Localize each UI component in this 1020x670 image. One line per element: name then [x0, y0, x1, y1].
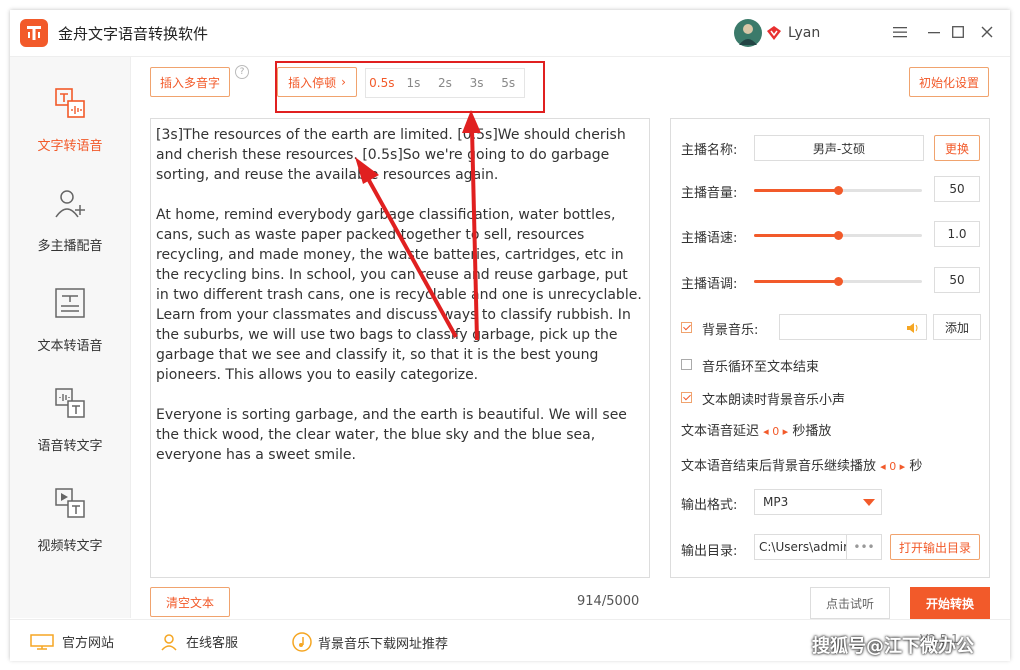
format-select[interactable]: MP3 [754, 489, 882, 515]
support-user-icon [161, 633, 177, 651]
online-support-label: 在线客服 [186, 636, 239, 651]
sidebar: 文字转语音 多主播配音 文本转语音 语音转文字 视频转文字 [10, 57, 131, 618]
open-output-dir-button[interactable]: 打开输出目录 [890, 534, 980, 560]
speech-to-text-icon [55, 388, 85, 418]
anchor-name-label: 主播名称: [681, 143, 738, 158]
add-bgm-button[interactable]: 添加 [933, 314, 981, 340]
lower-volume-checkbox[interactable] [681, 392, 692, 403]
loop-label: 音乐循环至文本结束 [702, 360, 820, 375]
volume-label: 主播音量: [681, 186, 738, 201]
char-count: 914/5000 [577, 594, 640, 609]
arrowhead-icon [355, 157, 379, 184]
vip-badge-icon [767, 26, 781, 40]
sidebar-item-label: 多主播配音 [37, 239, 103, 254]
avatar[interactable] [734, 19, 762, 47]
music-note-icon [292, 632, 312, 652]
preview-button[interactable]: 点击试听 [810, 587, 890, 619]
watermark-text: 搜狐号@江下微办公 [812, 636, 974, 657]
speed-label: 主播语速: [681, 231, 738, 246]
app-window: 金舟文字语音转换软件 Lyan 文字转语音 多主播配音 文本转语音 语音转文字 … [10, 10, 1010, 661]
official-website-link[interactable]: 官方网站 [30, 632, 114, 651]
volume-slider[interactable] [754, 186, 922, 195]
anchor-name-field[interactable]: 男声-艾硕 [754, 135, 924, 161]
app-logo [20, 19, 48, 47]
menu-icon[interactable] [890, 22, 910, 42]
user-name: Lyan [788, 25, 821, 41]
chevron-down-icon [863, 499, 875, 506]
format-value: MP3 [763, 495, 789, 509]
bgm-file-field[interactable] [779, 314, 927, 340]
sidebar-item-label: 语音转文字 [37, 439, 103, 454]
output-dir-value: C:\Users\admir [759, 540, 849, 554]
bgm-download-label: 背景音乐下载网址推荐 [318, 636, 449, 652]
sidebar-item-label: 文字转语音 [37, 139, 103, 154]
settings-panel: 主播名称: 男声-艾硕 更换 主播音量: 50 主播语速: 1.0 主播语调: … [670, 118, 990, 578]
document-icon [55, 288, 85, 318]
clear-text-button[interactable]: 清空文本 [150, 587, 230, 617]
annotation-arrow [470, 128, 479, 341]
bgm-label: 背景音乐: [702, 323, 759, 338]
annotation-arrow [364, 174, 458, 338]
sidebar-item-multi-anchor[interactable]: 多主播配音 [10, 167, 130, 267]
speed-input[interactable]: 1.0 [934, 221, 980, 247]
sidebar-item-label: 文本转语音 [37, 339, 103, 354]
user-profile[interactable]: Lyan [734, 19, 820, 47]
slider-handle[interactable] [834, 277, 843, 286]
output-dir-field[interactable]: C:\Users\admir ••• [754, 534, 882, 560]
speaker-icon [907, 323, 918, 333]
add-user-icon [55, 190, 85, 218]
online-support-link[interactable]: 在线客服 [160, 632, 238, 651]
maximize-icon[interactable] [948, 22, 968, 42]
speed-slider[interactable] [754, 231, 922, 240]
browse-icon[interactable]: ••• [846, 535, 881, 559]
continue-stepper[interactable]: ◂ 0 ▸ [880, 460, 905, 473]
official-website-label: 官方网站 [62, 636, 115, 651]
delay-suffix: 秒播放 [792, 424, 832, 439]
delay-prefix: 文本语音延迟 [681, 424, 760, 439]
sidebar-item-text-to-speech[interactable]: 文字转语音 [10, 67, 130, 167]
close-icon[interactable] [977, 22, 997, 42]
sidebar-item-video-to-text[interactable]: 视频转文字 [10, 467, 130, 567]
lower-volume-label: 文本朗读时背景音乐小声 [702, 393, 846, 408]
slider-handle[interactable] [834, 186, 843, 195]
pitch-input[interactable]: 50 [934, 267, 980, 293]
minimize-icon[interactable] [924, 22, 944, 42]
continue-prefix: 文本语音结束后背景音乐继续播放 [681, 459, 877, 474]
output-dir-label: 输出目录: [681, 544, 738, 559]
text-to-speech-icon [55, 88, 85, 118]
arrowhead-icon [462, 110, 481, 133]
video-to-text-icon [55, 488, 85, 518]
sidebar-item-label: 视频转文字 [37, 539, 103, 554]
loop-checkbox[interactable] [681, 359, 692, 370]
bgm-download-link[interactable]: 背景音乐下载网址推荐 [292, 632, 448, 652]
bgm-checkbox[interactable] [681, 322, 692, 333]
delay-stepper[interactable]: ◂ 0 ▸ [763, 425, 788, 438]
format-label: 输出格式: [681, 498, 738, 513]
continue-setting: 文本语音结束后背景音乐继续播放 ◂ 0 ▸ 秒 [681, 455, 922, 474]
start-convert-button[interactable]: 开始转换 [910, 587, 990, 619]
pitch-slider[interactable] [754, 277, 922, 286]
continue-suffix: 秒 [909, 459, 923, 474]
change-anchor-button[interactable]: 更换 [934, 135, 980, 161]
pitch-label: 主播语调: [681, 277, 738, 292]
title-bar: 金舟文字语音转换软件 Lyan [10, 10, 1010, 57]
volume-input[interactable]: 50 [934, 176, 980, 202]
app-title: 金舟文字语音转换软件 [58, 25, 209, 43]
sidebar-item-speech-to-text[interactable]: 语音转文字 [10, 367, 130, 467]
delay-value: 0 [772, 425, 780, 438]
sidebar-item-doc-to-speech[interactable]: 文本转语音 [10, 267, 130, 367]
main-content: 插入多音字 ? 插入停顿 › 0.5s 1s 2s 3s 5s 初始化设置 [3… [131, 57, 1010, 619]
monitor-icon [30, 633, 54, 650]
delay-setting: 文本语音延迟 ◂ 0 ▸ 秒播放 [681, 420, 831, 439]
slider-handle[interactable] [834, 231, 843, 240]
continue-value: 0 [889, 460, 897, 473]
